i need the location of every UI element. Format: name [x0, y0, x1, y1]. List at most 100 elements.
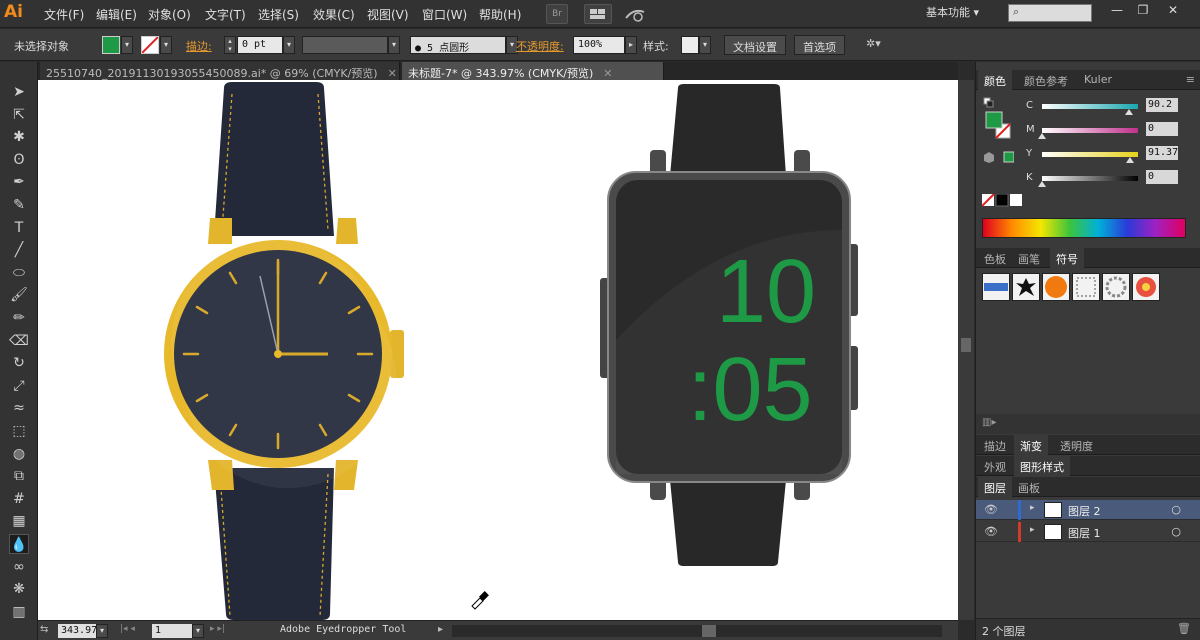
bridge-button[interactable]: Br	[546, 4, 568, 24]
stroke-dropdown[interactable]: ▾	[160, 36, 172, 54]
lasso-icon[interactable]: ʘ	[9, 150, 29, 170]
curvature-icon[interactable]: ✎	[9, 195, 29, 215]
ellipse-icon[interactable]: ⬭	[9, 263, 29, 283]
slider-m[interactable]	[1038, 128, 1138, 139]
symbol-library-icon[interactable]: ▥▸	[982, 417, 996, 428]
artboard-number-field[interactable]: 1	[152, 624, 192, 638]
tab-swatches[interactable]: 色板	[978, 250, 1012, 268]
tab-gradient[interactable]: 渐变	[1014, 435, 1048, 455]
artboard-canvas[interactable]: 10 :05	[38, 80, 958, 620]
menu-select[interactable]: 选择(S)	[258, 6, 299, 23]
tab-document-1[interactable]: 25510740_20191130193055450089.ai* @ 69% …	[40, 62, 400, 80]
menu-file[interactable]: 文件(F)	[44, 6, 84, 23]
next-artboard-icon[interactable]: ▸ ▸|	[210, 624, 225, 634]
graph-icon[interactable]: ▥	[9, 602, 29, 622]
scale-icon[interactable]: ⤢	[9, 376, 29, 396]
workspace-switcher[interactable]: 基本功能 ▾	[926, 4, 979, 20]
restore-button[interactable]: ❐	[1132, 3, 1154, 19]
stroke-stepper[interactable]: ▴ ▾	[224, 36, 236, 54]
status-menu-icon[interactable]: ▸	[438, 624, 443, 635]
tab-transparency[interactable]: 透明度	[1054, 437, 1099, 455]
analog-watch[interactable]	[164, 82, 404, 620]
eyedropper-icon[interactable]: 💧	[9, 534, 29, 554]
style-swatch[interactable]	[681, 36, 699, 54]
slider-value-y[interactable]: 91.37	[1146, 146, 1178, 160]
tab-appearance[interactable]: 外观	[978, 458, 1012, 476]
direct-selection-icon[interactable]: ⇱	[9, 105, 29, 125]
scroll-thumb[interactable]	[961, 338, 971, 352]
menu-help[interactable]: 帮助(H)	[479, 6, 521, 23]
profile-dropdown[interactable]: ▾	[388, 36, 400, 54]
menu-effect[interactable]: 效果(C)	[313, 6, 355, 23]
visibility-eye-icon[interactable]: 👁	[984, 525, 998, 538]
tab-brushes[interactable]: 画笔	[1012, 250, 1046, 268]
selection-icon[interactable]: ➤	[9, 82, 29, 102]
stroke-label[interactable]: 描边:	[186, 38, 212, 54]
eraser-icon[interactable]: ⌫	[9, 331, 29, 351]
preferences-button[interactable]: 首选项	[794, 35, 845, 55]
opacity-label[interactable]: 不透明度:	[516, 38, 564, 54]
minimize-button[interactable]: —	[1106, 3, 1128, 19]
blend-icon[interactable]: ∞	[9, 557, 29, 577]
close-button[interactable]: ✕	[1162, 3, 1184, 19]
slider-y[interactable]	[1042, 152, 1138, 163]
menu-edit[interactable]: 编辑(E)	[96, 6, 137, 23]
menu-view[interactable]: 视图(V)	[367, 6, 409, 23]
tab-layers[interactable]: 图层	[978, 477, 1012, 497]
navigator-icon[interactable]: ⇆	[40, 624, 48, 635]
free-transform-icon[interactable]: ⬚	[9, 421, 29, 441]
mesh-icon[interactable]: #	[9, 489, 29, 509]
pencil-icon[interactable]: ✏	[9, 308, 29, 328]
zoom-field[interactable]: 343.97	[58, 624, 97, 638]
stroke-weight-field[interactable]: 0 pt	[237, 36, 283, 54]
slider-thumb[interactable]	[1038, 133, 1046, 139]
symbol-sprayer-icon[interactable]: ❋	[9, 579, 29, 599]
out-of-gamut-icon[interactable]	[984, 150, 1015, 164]
symbol-dashed-frame[interactable]	[1072, 273, 1100, 301]
horizontal-scrollbar[interactable]	[452, 625, 942, 637]
slider-thumb[interactable]	[1125, 157, 1134, 163]
menu-window[interactable]: 窗口(W)	[422, 6, 467, 23]
first-artboard-icon[interactable]: |◂ ◂	[120, 624, 135, 634]
close-icon[interactable]: ✕	[388, 67, 397, 80]
tab-color[interactable]: 颜色	[978, 70, 1012, 90]
tab-symbols[interactable]: 符号	[1050, 248, 1084, 268]
visibility-eye-icon[interactable]: 👁	[984, 503, 998, 516]
fill-swatch[interactable]	[102, 36, 120, 54]
brush-definition[interactable]: ● 5 点圆形	[410, 36, 506, 54]
symbol-ring[interactable]	[1102, 273, 1130, 301]
expand-arrow-icon[interactable]: ▸	[1030, 525, 1035, 535]
tab-graphic-styles[interactable]: 图形样式	[1014, 456, 1070, 476]
slider-k[interactable]	[1038, 176, 1138, 187]
slider-value-k[interactable]: 0	[1146, 170, 1178, 184]
warp-icon[interactable]: ≈	[9, 398, 29, 418]
target-circle-icon[interactable]: ○	[1171, 503, 1181, 516]
shape-builder-icon[interactable]: ◍	[9, 444, 29, 464]
magic-wand-icon[interactable]: ✱	[9, 127, 29, 147]
tab-color-guide[interactable]: 颜色参考	[1018, 72, 1074, 90]
slider-value-m[interactable]: 0	[1146, 122, 1178, 136]
paintbrush-icon[interactable]: 🖌	[9, 285, 29, 305]
layer-row[interactable]: 👁 ▸ 图层 2 ○	[976, 500, 1200, 520]
expand-arrow-icon[interactable]: ▸	[1030, 503, 1035, 513]
rotate-icon[interactable]: ↻	[9, 353, 29, 373]
search-input[interactable]: ⌕	[1008, 4, 1092, 22]
slider-thumb[interactable]	[1124, 109, 1133, 115]
opacity-field[interactable]: 100%	[573, 36, 625, 54]
opacity-dropdown[interactable]: ▸	[625, 36, 637, 54]
hscroll-thumb[interactable]	[702, 625, 716, 637]
style-dropdown[interactable]: ▾	[699, 36, 711, 54]
slider-value-c[interactable]: 90.2	[1146, 98, 1178, 112]
target-circle-icon[interactable]: ○	[1171, 525, 1181, 538]
fill-stroke-proxy[interactable]	[982, 96, 1018, 148]
stroke-swatch[interactable]	[141, 36, 159, 54]
line-icon[interactable]: ╱	[9, 240, 29, 260]
type-icon[interactable]: T	[9, 218, 29, 238]
delete-layer-icon[interactable]: 🗑	[1177, 622, 1191, 635]
symbol-flower[interactable]	[1132, 273, 1160, 301]
none-white-black-swatches[interactable]	[981, 193, 1022, 208]
tab-artboards[interactable]: 画板	[1012, 479, 1046, 497]
artboard-dropdown[interactable]: ▾	[192, 624, 204, 638]
stroke-weight-dropdown[interactable]: ▾	[283, 36, 295, 54]
panel-menu-icon[interactable]: ≡	[1186, 73, 1195, 86]
